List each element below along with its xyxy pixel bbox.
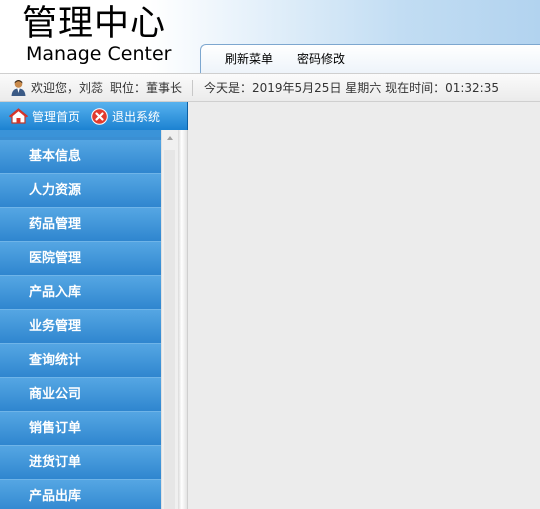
- sidebar-item-product-stock-out[interactable]: 产品出库: [0, 480, 161, 509]
- sidebar-item-label: 医院管理: [29, 251, 82, 266]
- header: 管理中心 Manage Center 刷新菜单 密码修改: [0, 0, 540, 73]
- info-divider: [192, 80, 193, 96]
- sidebar-menu: 基本信息 人力资源 药品管理 医院管理 产品入库 业务管理 查询统计 商业公司 …: [0, 137, 161, 509]
- sidebar-item-label: 基本信息: [29, 149, 82, 164]
- sidebar-header: 管理首页 退出系统: [0, 102, 188, 130]
- change-password-link[interactable]: 密码修改: [297, 49, 345, 69]
- sidebar-item-label: 进货订单: [29, 455, 82, 470]
- sidebar-item-label: 查询统计: [29, 353, 82, 368]
- sidebar-item-label: 产品入库: [29, 285, 82, 300]
- welcome-text: 欢迎您，刘蕊: [31, 81, 104, 95]
- panel-splitter[interactable]: [178, 130, 188, 509]
- sidebar-item-product-stock-in[interactable]: 产品入库: [0, 276, 161, 310]
- sidebar-item-label: 人力资源: [29, 183, 82, 198]
- sidebar-item-query-statistics[interactable]: 查询统计: [0, 344, 161, 378]
- menu-top-padding: [0, 130, 161, 137]
- logout-icon: [91, 107, 108, 125]
- role-text: 职位：董事长: [110, 81, 183, 95]
- sidebar-item-purchase-orders[interactable]: 进货订单: [0, 446, 161, 480]
- sidebar-item-label: 业务管理: [29, 319, 82, 334]
- sidebar-item-sales-orders[interactable]: 销售订单: [0, 412, 161, 446]
- sidebar-item-label: 产品出库: [29, 489, 82, 504]
- app-title: 管理中心: [22, 4, 167, 44]
- sidebar-item-label: 商业公司: [29, 387, 82, 402]
- scroll-up-icon[interactable]: [167, 136, 173, 140]
- sidebar-item-drug-management[interactable]: 药品管理: [0, 208, 161, 242]
- info-bar: 欢迎您，刘蕊 职位：董事长 今天是：2019年5月25日 星期六 现在时间：01…: [0, 73, 540, 102]
- main-content: [188, 102, 540, 509]
- scroll-thumb[interactable]: [164, 150, 175, 509]
- sidebar-scrollbar[interactable]: [161, 130, 178, 509]
- sidebar-item-human-resources[interactable]: 人力资源: [0, 174, 161, 208]
- sidebar-item-label: 药品管理: [29, 217, 82, 232]
- logout-label: 退出系统: [112, 109, 161, 124]
- top-nav: 刷新菜单 密码修改: [200, 44, 540, 73]
- refresh-menu-link[interactable]: 刷新菜单: [225, 49, 273, 69]
- datetime-text: 今天是：2019年5月25日 星期六 现在时间：01:32:35: [204, 81, 499, 95]
- sidebar-item-business-management[interactable]: 业务管理: [0, 310, 161, 344]
- sidebar-item-basic-info[interactable]: 基本信息: [0, 140, 161, 174]
- home-icon: [9, 108, 28, 124]
- sidebar-item-hospital-management[interactable]: 医院管理: [0, 242, 161, 276]
- sidebar-item-label: 销售订单: [29, 421, 82, 436]
- logout-button[interactable]: 退出系统: [91, 106, 160, 126]
- sidebar-item-commercial-company[interactable]: 商业公司: [0, 378, 161, 412]
- home-button[interactable]: 管理首页: [9, 106, 80, 126]
- app-subtitle: Manage Center: [26, 43, 172, 65]
- home-label: 管理首页: [32, 109, 81, 124]
- user-icon: [11, 79, 26, 100]
